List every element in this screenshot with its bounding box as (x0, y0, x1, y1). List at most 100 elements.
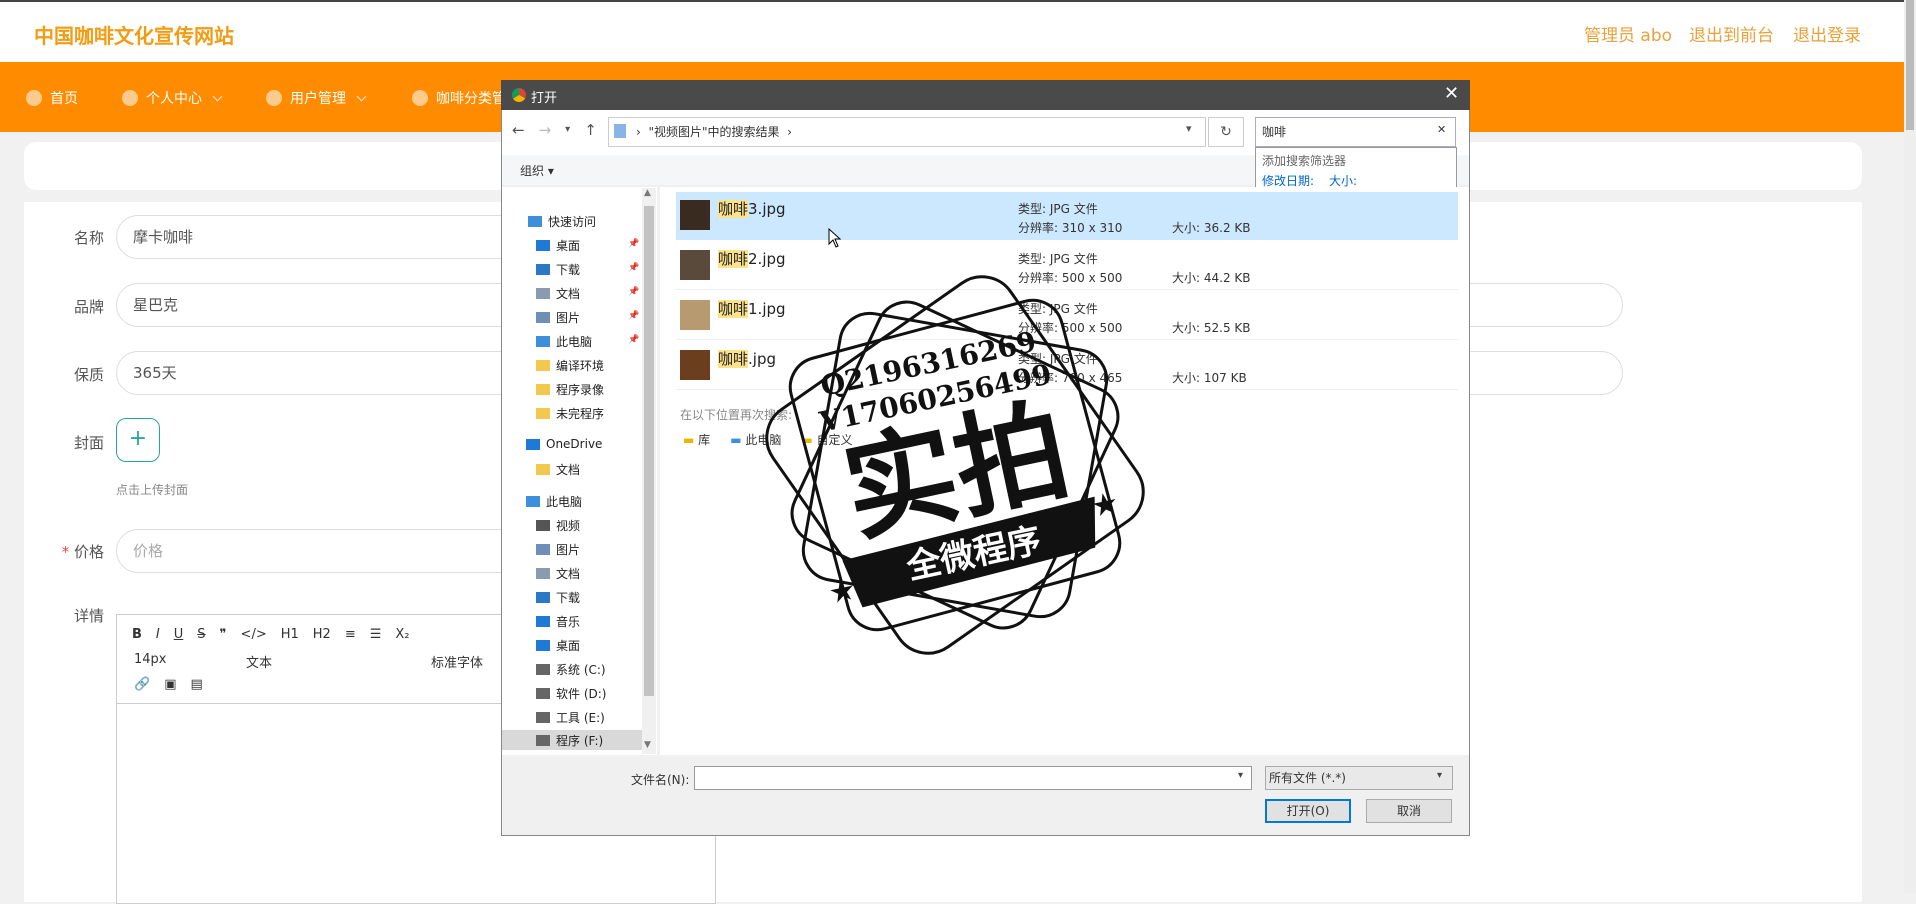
h1-button[interactable]: H1 (281, 627, 299, 642)
page-scrollbar-thumb[interactable] (1906, 0, 1914, 130)
link-icon[interactable]: 🔗 (134, 677, 150, 692)
back-arrow-icon[interactable]: ← (512, 121, 525, 139)
desktop-icon (536, 640, 550, 651)
nav-pane-item-label: 图片 (556, 543, 581, 557)
nav-pane-item[interactable]: 系统 (C:) (536, 661, 606, 678)
subscript-button[interactable]: X₂ (395, 627, 409, 642)
nav-pane-item[interactable]: 编译环境 (536, 357, 604, 374)
file-size: 大小: 44.2 KB (1172, 271, 1251, 285)
desktop-icon (536, 240, 550, 251)
search-clear-button[interactable]: ✕ (1437, 123, 1446, 136)
user-icon (122, 90, 138, 106)
pin-icon: 📌 (628, 311, 640, 321)
pin-icon: 📌 (628, 287, 640, 297)
nav-pane-item[interactable]: 桌面 (536, 237, 580, 254)
nav-pane-item[interactable]: 下载 (536, 589, 580, 606)
nav-pane-item[interactable]: 文档 (536, 565, 580, 582)
ordered-list-button[interactable]: ≡ (345, 627, 356, 642)
video-icon[interactable]: ▤ (190, 677, 202, 692)
back-to-front-link[interactable]: 退出到前台 (1689, 21, 1774, 46)
h2-button[interactable]: H2 (313, 627, 331, 642)
filename-label: 文件名(N): (631, 773, 690, 787)
nav-pane-item-label: 文档 (556, 463, 581, 477)
nav-pane-item[interactable]: 图片 (536, 541, 580, 558)
page-scrollbar[interactable] (1904, 0, 1916, 893)
nav-pane-item-label: OneDrive (546, 437, 603, 451)
nav-pane-item[interactable]: 此电脑 (526, 493, 582, 510)
bullet-list-button[interactable]: ☰ (370, 627, 382, 642)
filetype-dropdown-icon[interactable]: ▾ (1437, 770, 1442, 781)
site-title: 中国咖啡文化宣传网站 (34, 24, 234, 48)
strike-button[interactable]: S (197, 627, 205, 642)
dialog-titlebar[interactable] (501, 80, 1470, 110)
font-family-select[interactable]: 标准字体 (431, 652, 483, 671)
nav-pane-scrollbar-thumb[interactable] (644, 206, 654, 696)
star-icon: ★ (1088, 485, 1122, 525)
nav-pane-item[interactable]: 程序录像 (536, 381, 604, 398)
nav-pane-item[interactable]: OneDrive (526, 437, 602, 451)
music-icon (536, 616, 550, 627)
quote-button[interactable]: ❞ (220, 627, 227, 642)
nav-item-user-manage[interactable]: 用户管理 (266, 88, 367, 108)
code-button[interactable]: </> (241, 627, 267, 642)
pin-icon: 📌 (628, 263, 640, 273)
history-chevron-icon[interactable]: ▾ (565, 124, 570, 139)
cover-upload-button[interactable]: + (116, 418, 160, 462)
nav-item-label: 首页 (50, 91, 78, 107)
filename-dropdown-icon[interactable]: ▾ (1238, 770, 1243, 781)
bold-button[interactable]: B (132, 627, 142, 642)
file-thumbnail (680, 250, 710, 280)
italic-button[interactable]: I (156, 627, 160, 642)
cover-upload-hint: 点击上传封面 (116, 483, 189, 497)
scroll-down-icon[interactable]: ▼ (644, 740, 651, 750)
folder-icon (536, 360, 550, 371)
document-icon (536, 568, 550, 579)
nav-pane-item[interactable]: 图片 (536, 309, 580, 326)
users-icon (266, 90, 282, 106)
folder-icon: ▬ (683, 433, 695, 447)
text-style-select[interactable]: 文本 (246, 652, 272, 671)
file-thumbnail (680, 200, 710, 230)
image-icon[interactable]: ▣ (164, 677, 176, 692)
file-thumbnail (680, 300, 710, 330)
nav-item-profile[interactable]: 个人中心 (122, 88, 223, 108)
font-size-select[interactable]: 14px (134, 652, 167, 667)
price-label: * 价格 (24, 541, 104, 562)
nav-pane-item[interactable]: 桌面 (536, 637, 580, 654)
nav-item-home[interactable]: 首页 (26, 88, 78, 108)
nav-pane-item-label: 下载 (556, 263, 581, 277)
forward-arrow-icon[interactable]: → (539, 121, 552, 139)
nav-pane-item[interactable]: 工具 (E:) (536, 709, 605, 726)
search-folder-icon (614, 124, 626, 138)
filetype-select[interactable]: 所有文件 (*.*) (1265, 766, 1453, 790)
nav-item-label: 个人中心 (146, 91, 202, 107)
nav-pane-item[interactable]: 下载 (536, 261, 580, 278)
open-button[interactable]: 打开(O) (1265, 799, 1351, 823)
nav-pane-item[interactable]: 此电脑 (536, 333, 592, 350)
nav-pane-item[interactable]: 软件 (D:) (536, 685, 606, 702)
name-label: 名称 (73, 229, 104, 247)
nav-pane-item[interactable]: 文档 (536, 461, 580, 478)
nav-item-category[interactable]: 咖啡分类管 (412, 88, 506, 108)
dialog-close-button[interactable]: ✕ (1444, 83, 1459, 104)
nav-pane-item[interactable]: 视频 (536, 517, 580, 534)
nav-pane-item[interactable]: 未完程序 (536, 405, 604, 422)
scroll-up-icon[interactable]: ▲ (644, 188, 651, 198)
nav-pane-item[interactable]: 音乐 (536, 613, 580, 630)
nav-pane-item-label: 系统 (C:) (556, 663, 606, 677)
refresh-button[interactable]: ↻ (1208, 117, 1244, 147)
location-library[interactable]: ▬ 库 (683, 431, 710, 448)
nav-pane-item-label: 程序录像 (556, 383, 605, 397)
logout-link[interactable]: 退出登录 (1793, 21, 1861, 46)
underline-button[interactable]: U (174, 627, 184, 642)
up-arrow-icon[interactable]: ↑ (584, 121, 597, 139)
address-dropdown-icon[interactable]: ▾ (1186, 122, 1192, 135)
organize-button[interactable]: 组织 ▾ (520, 162, 554, 179)
file-row[interactable]: 咖啡3.jpg 类型: JPG 文件 分辨率: 310 x 310 大小: 36.2 … (676, 192, 1458, 240)
nav-pane-item[interactable]: 快速访问 (528, 213, 596, 230)
filename-input[interactable] (694, 766, 1252, 790)
nav-pane-item[interactable]: 文档 (536, 285, 580, 302)
nav-pane-item-label: 视频 (556, 519, 581, 533)
cancel-button[interactable]: 取消 (1366, 799, 1452, 823)
nav-pane-item[interactable]: 程序 (F:) (502, 730, 642, 750)
